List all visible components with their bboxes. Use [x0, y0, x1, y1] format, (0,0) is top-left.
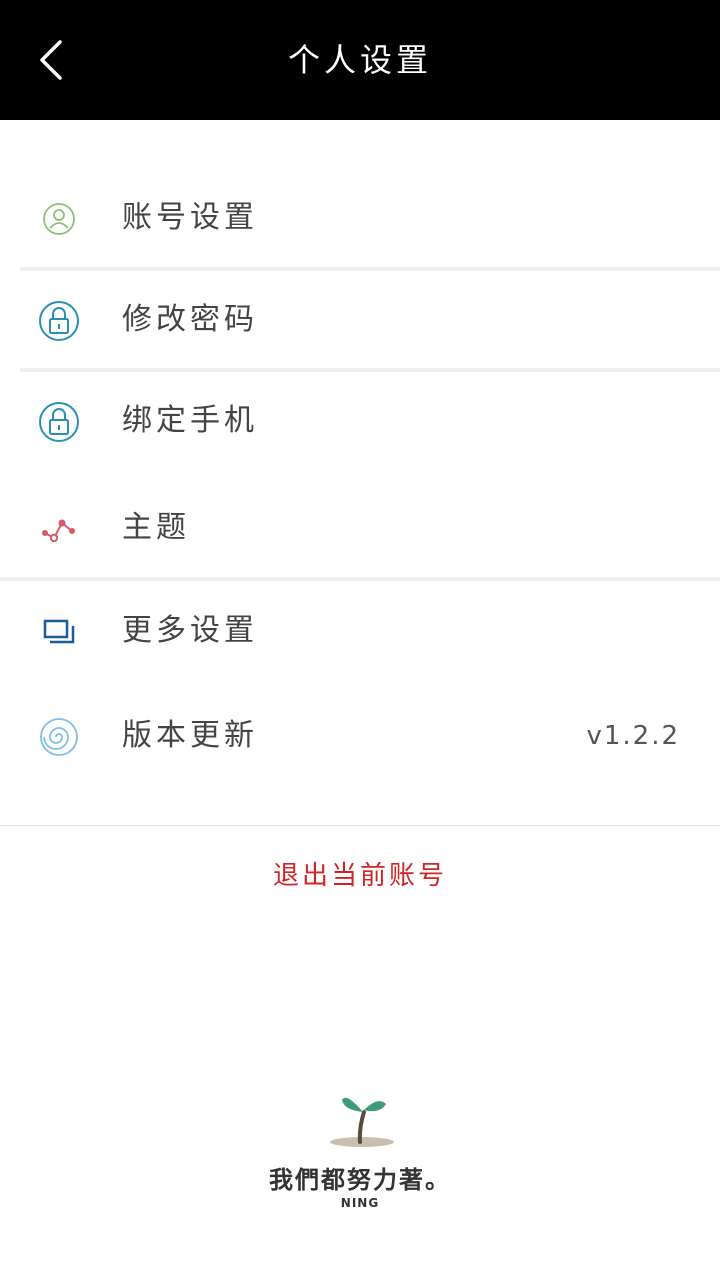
menu-item-version-update[interactable]: 版本更新 v1.2.2 — [0, 686, 720, 786]
menu-item-label: 版本更新 — [122, 718, 258, 753]
windows-icon — [43, 619, 75, 644]
lock-icon — [39, 402, 79, 442]
version-value: v1.2.2 — [586, 721, 680, 751]
menu-item-account-settings[interactable]: 账号设置 — [0, 168, 720, 268]
footer-slogan: 我們都努力著。 — [269, 1166, 451, 1194]
menu-item-label: 绑定手机 — [122, 403, 258, 438]
user-circle-icon — [43, 203, 75, 235]
swirl-icon — [40, 718, 78, 756]
menu-item-more-settings[interactable]: 更多设置 — [0, 581, 720, 681]
menu-item-label: 修改密码 — [122, 302, 258, 337]
page-title: 个人设置 — [287, 41, 432, 79]
header-bar: 个人设置 — [0, 0, 720, 120]
menu-item-label: 账号设置 — [122, 200, 258, 235]
menu-item-label: 更多设置 — [122, 613, 258, 648]
menu-item-bind-phone[interactable]: 绑定手机 — [0, 371, 720, 471]
sprout-icon — [330, 1097, 394, 1147]
footer-signature: NING — [340, 1196, 380, 1210]
menu-item-change-password[interactable]: 修改密码 — [0, 270, 720, 370]
menu-item-label: 主题 — [122, 510, 190, 545]
divider — [0, 825, 720, 826]
logout-button[interactable]: 退出当前账号 — [0, 846, 720, 906]
lock-icon — [39, 301, 79, 341]
theme-icon — [42, 519, 75, 543]
menu-item-theme[interactable]: 主题 — [0, 478, 720, 578]
